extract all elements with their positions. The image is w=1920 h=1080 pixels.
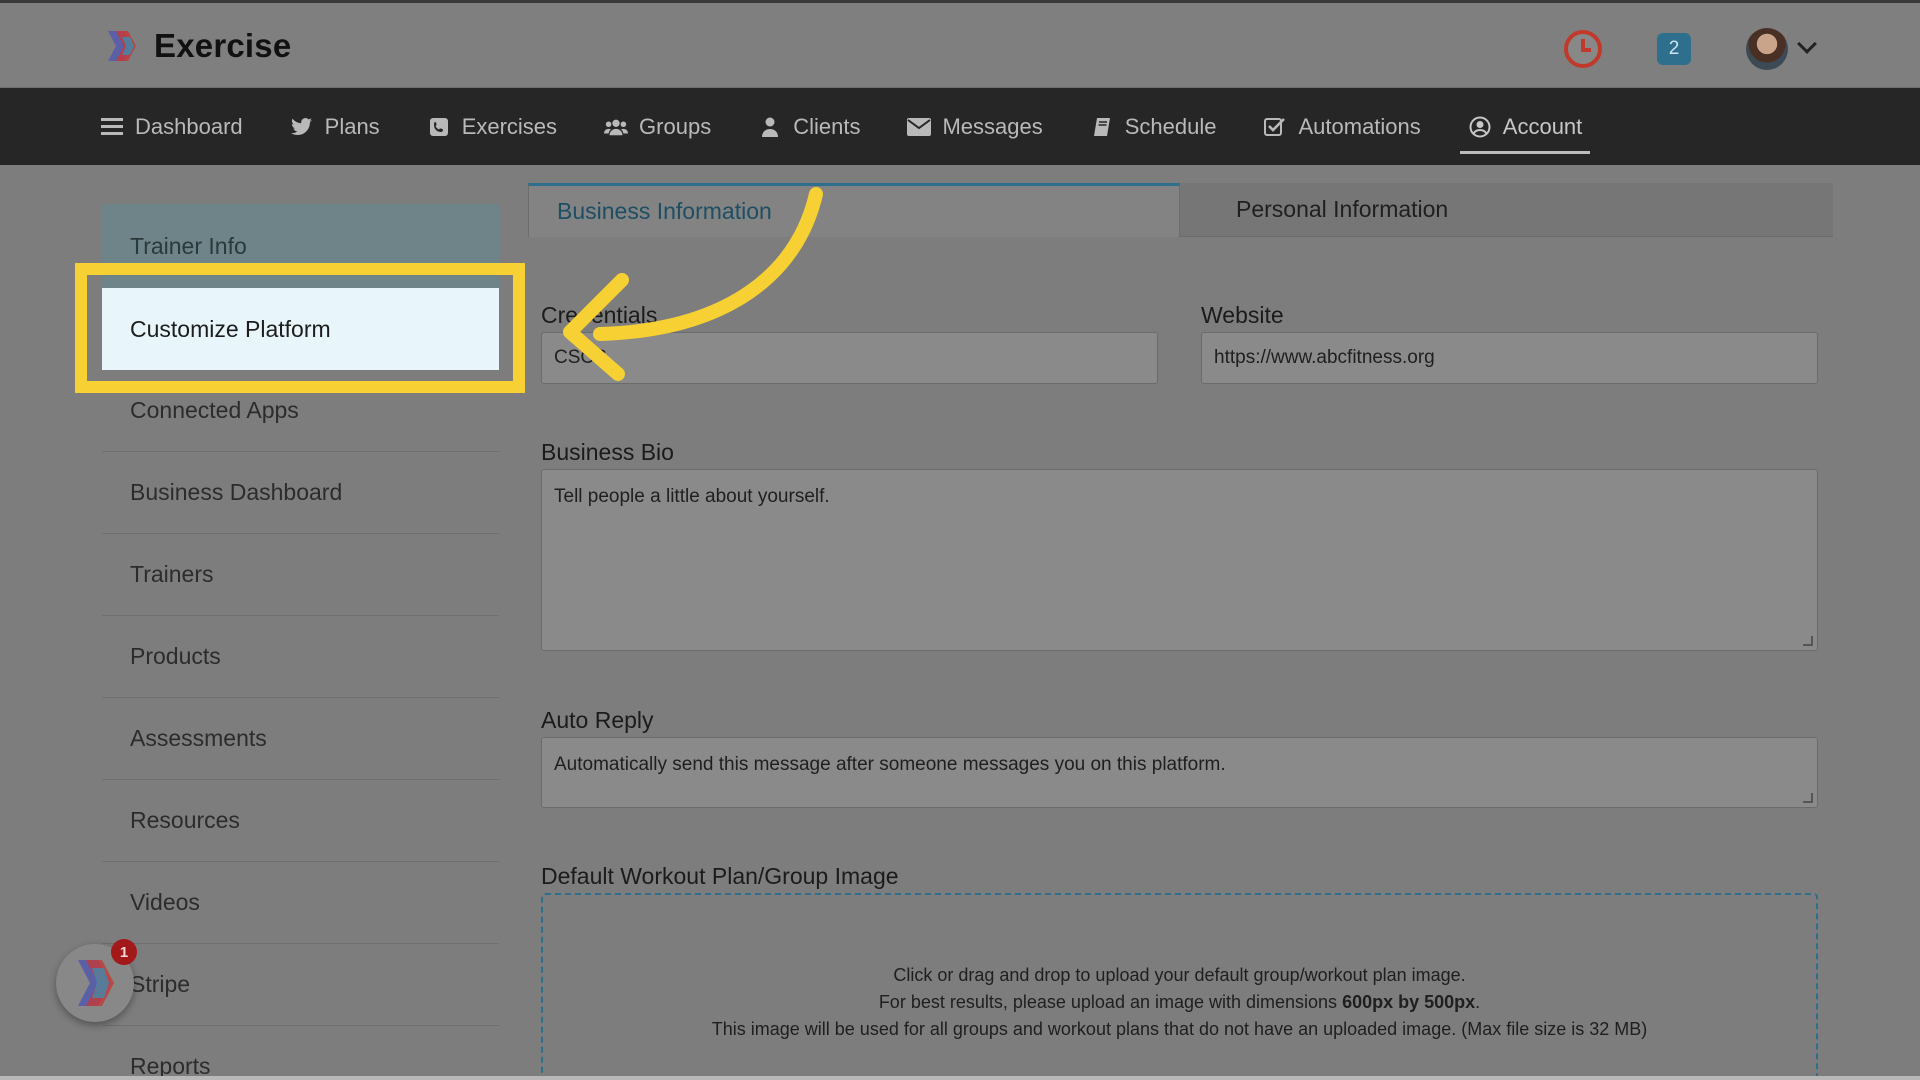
dropzone-note: This image will be used for all groups a… [711,1019,1648,1039]
nav-item-messages[interactable]: Messages [907,88,1043,165]
nav-item-label: Schedule [1124,113,1217,139]
brand[interactable]: Exercise [104,27,291,65]
nav-item-label: Account [1502,113,1583,139]
bottom-strip [0,1076,1920,1080]
nav-item-groups[interactable]: Groups [604,88,711,165]
chevron-down-icon[interactable] [1797,34,1817,54]
book-icon [1090,116,1114,138]
app-logo-icon [108,31,136,61]
top-header: Exercise 2 [0,0,1920,88]
nav-item-clients[interactable]: Clients [758,88,860,165]
auto-reply-textarea[interactable]: Automatically send this message after so… [541,737,1818,808]
auto-reply-placeholder: Automatically send this message after so… [554,754,1226,775]
resize-handle[interactable] [1803,636,1813,646]
tab-personal-information[interactable]: Personal Information [1180,183,1833,237]
nav-item-plans[interactable]: Plans [290,88,380,165]
notification-badge[interactable]: 2 [1657,33,1691,65]
image-dropzone[interactable]: Click or drag and drop to upload your de… [541,893,1818,1080]
nav-item-label: Automations [1298,113,1421,139]
widget-notification-badge: 1 [111,939,137,965]
website-label: Website [1201,302,1284,328]
default-image-label: Default Workout Plan/Group Image [541,863,899,889]
nav-item-label: Dashboard [135,113,243,139]
business-bio-textarea[interactable]: Tell people a little about yourself. [541,469,1818,651]
envelope-icon [907,116,932,138]
sidebar-item-products[interactable]: Products [102,616,499,698]
nav-item-exercises[interactable]: Exercises [427,88,557,165]
clock-icon[interactable] [1564,30,1602,68]
user-icon [758,116,782,138]
list-icon [100,116,124,138]
sidebar-item-resources[interactable]: Resources [102,780,499,862]
business-bio-label: Business Bio [541,439,674,465]
bird-icon [290,116,314,138]
avatar[interactable] [1746,28,1788,70]
nav-item-label: Plans [324,113,380,139]
website-input[interactable]: https://www.abcfitness.org [1201,332,1818,384]
sidebar-item-business-dashboard[interactable]: Business Dashboard [102,452,499,534]
sidebar-item-reports[interactable]: Reports [102,1026,499,1080]
nav-item-dashboard[interactable]: Dashboard [100,88,243,165]
users-icon [604,116,629,138]
nav-item-label: Messages [942,113,1043,139]
nav-item-schedule[interactable]: Schedule [1090,88,1217,165]
callout-arrow-icon [563,187,823,381]
nav-item-automations[interactable]: Automations [1263,88,1421,165]
user-circle-icon [1468,116,1492,138]
nav-item-account[interactable]: Account [1459,88,1590,165]
highlight-box [75,263,525,393]
nav-item-label: Clients [793,113,861,139]
sidebar-item-trainers[interactable]: Trainers [102,534,499,616]
dropzone-instruction: Click or drag and drop to upload your de… [893,965,1466,985]
main-nav: Dashboard Plans Exercises Groups Clients… [0,88,1920,165]
check-square-icon [1263,116,1287,138]
dropzone-dimensions: For best results, please upload an image… [878,992,1481,1012]
nav-item-label: Groups [639,113,712,139]
sidebar-item-assessments[interactable]: Assessments [102,698,499,780]
nav-item-label: Exercises [461,113,558,139]
sidebar-item-stripe[interactable]: Stripe [102,944,499,1026]
phone-book-icon [427,116,451,138]
business-bio-placeholder: Tell people a little about yourself. [554,486,830,507]
resize-handle[interactable] [1803,793,1813,803]
sidebar-item-videos[interactable]: Videos [102,862,499,944]
app-name: Exercise [154,27,292,64]
auto-reply-label: Auto Reply [541,707,654,733]
